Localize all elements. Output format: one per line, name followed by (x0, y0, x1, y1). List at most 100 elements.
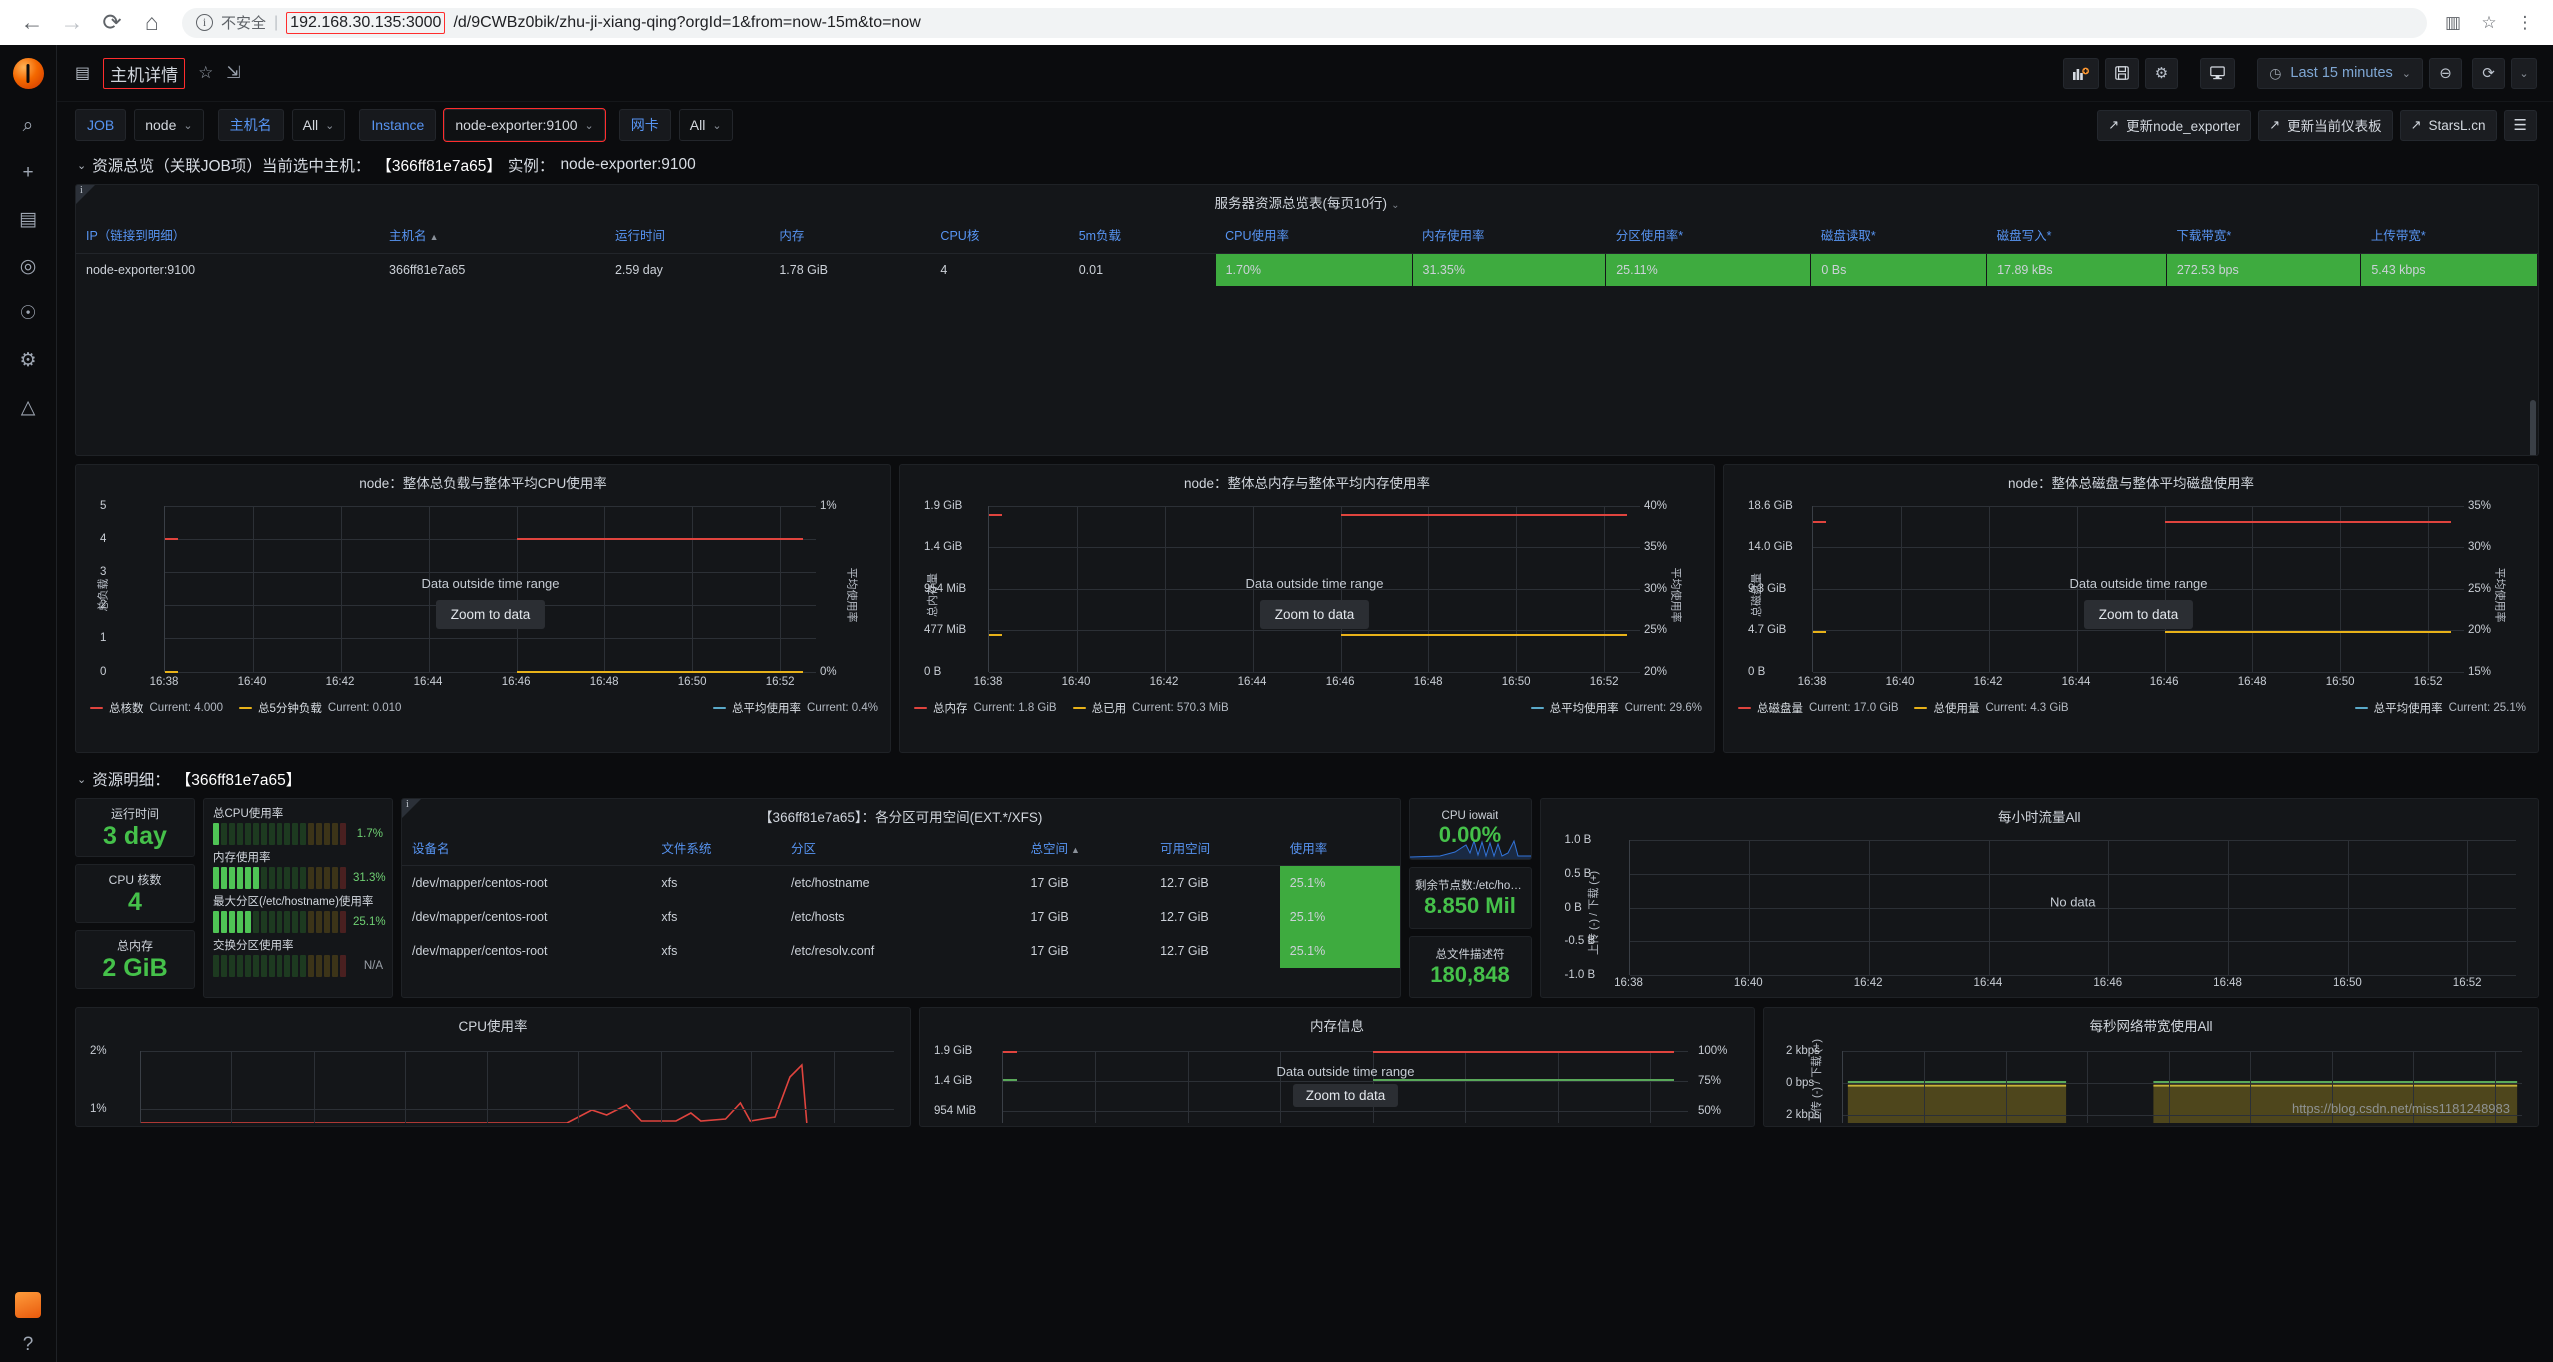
help-icon[interactable]: ? (0, 1328, 57, 1362)
row-host-detail: 【366ff81e7a65】 (175, 772, 302, 789)
col-avail[interactable]: 可用空间 (1150, 830, 1280, 866)
star-icon[interactable]: ☆ (198, 63, 213, 83)
dashboard-settings-button[interactable]: ⚙ (2144, 57, 2179, 89)
col-cpu-usage[interactable]: CPU使用率 (1215, 216, 1413, 254)
col-cpu-cores[interactable]: CPU核 (930, 216, 1069, 254)
col-disk-write[interactable]: 磁盘写入* (1986, 216, 2167, 254)
refresh-button[interactable]: ⟳ (2472, 57, 2505, 89)
sidebar-item-dashboards[interactable]: ▤ (0, 196, 57, 243)
save-dashboard-button[interactable] (2104, 57, 2139, 89)
zoom-to-data-button[interactable]: Zoom to data (2083, 599, 2194, 629)
col-part-usage[interactable]: 分区使用率* (1605, 216, 1811, 254)
col-ip[interactable]: IP（链接到明细） (76, 216, 380, 254)
legend-item[interactable]: 总核数 Current: 4.000 (90, 700, 223, 716)
sidebar-item-explore[interactable]: ◎ (0, 243, 57, 290)
col-device[interactable]: 设备名 (402, 830, 652, 866)
info-icon[interactable]: i (80, 185, 83, 196)
zoom-to-data-button[interactable]: Zoom to data (1259, 599, 1370, 629)
col-uptime[interactable]: 运行时间 (604, 216, 770, 254)
share-icon[interactable]: ⇲ (226, 63, 240, 83)
row-header-overview[interactable]: ⌄ 资源总览（关联JOB项）当前选中主机： 【366ff81e7a65】 实例：… (75, 148, 2539, 184)
sidebar-item-configuration[interactable]: ⚙ (0, 337, 57, 384)
forward-arrow-icon[interactable]: → (52, 3, 92, 43)
tv-mode-button[interactable] (2200, 57, 2236, 89)
add-panel-button[interactable] (2062, 57, 2099, 89)
zoom-to-data-button[interactable]: Zoom to data (435, 599, 546, 629)
refresh-interval-button[interactable]: ⌄ (2511, 57, 2537, 89)
external-link-icon: ↗ (2108, 117, 2120, 132)
col-filesystem[interactable]: 文件系统 (651, 830, 782, 866)
star-icon[interactable]: ☆ (2473, 7, 2505, 39)
legend-item[interactable]: 总平均使用率 Current: 29.6% (1530, 700, 1702, 716)
col-load5m[interactable]: 5m负载 (1068, 216, 1216, 254)
hamburger-menu-button[interactable]: ☰ (2503, 109, 2537, 141)
panel-info-corner (76, 185, 95, 204)
grafana-logo[interactable] (0, 45, 57, 102)
chart-area[interactable]: 2% 1% (84, 1039, 902, 1124)
legend-item[interactable]: 总使用量 Current: 4.3 GiB (1914, 700, 2069, 716)
site-info-icon[interactable]: i (196, 14, 213, 31)
col-download[interactable]: 下载带宽* (2166, 216, 2361, 254)
panel-scrollbar[interactable] (2530, 400, 2536, 455)
table-header-row: IP（链接到明细） 主机名 ▲ 运行时间 内存 CPU核 5m负载 CPU使用率 … (76, 216, 2538, 254)
cell-ip[interactable]: node-exporter:9100 (76, 254, 379, 287)
variable-nic-value[interactable]: All ⌄ (678, 109, 733, 141)
panel-title[interactable]: node：整体总负载与整体平均CPU使用率 (76, 465, 890, 496)
reload-icon[interactable]: ⟳ (92, 3, 132, 43)
col-hostname[interactable]: 主机名 ▲ (379, 216, 605, 254)
panel-title[interactable]: node：整体总内存与整体平均内存使用率 (900, 465, 1714, 496)
chart-area[interactable]: 上传 (-) / 下载 (+) 1.0 B 0.5 B 0 B -0.5 B -… (1549, 830, 2531, 995)
col-disk-read[interactable]: 磁盘读取* (1810, 216, 1987, 254)
zoom-out-icon: ⊖ (2439, 65, 2452, 82)
col-usage[interactable]: 使用率 (1279, 830, 1400, 866)
avatar[interactable] (15, 1292, 41, 1318)
variable-job-value[interactable]: node ⌄ (134, 109, 204, 141)
legend-item[interactable]: 总平均使用率 Current: 25.1% (2354, 700, 2526, 716)
add-panel-icon (2072, 67, 2089, 80)
panel-title[interactable]: node：整体总磁盘与整体平均磁盘使用率 (1724, 465, 2538, 496)
link-update-node-exporter[interactable]: ↗ 更新node_exporter (2097, 109, 2252, 141)
col-mem-usage[interactable]: 内存使用率 (1412, 216, 1606, 254)
legend-item[interactable]: 总5分钟负载 Current: 0.010 (239, 700, 401, 716)
sidebar-item-create[interactable]: + (0, 149, 57, 196)
legend-item[interactable]: 总磁盘量 Current: 17.0 GiB (1738, 700, 1898, 716)
chart-area[interactable]: 总磁盘量 平均使用率 18.6 GiB 14.0 GiB 9.3 GiB 4.7… (1732, 496, 2530, 694)
col-upload[interactable]: 上传带宽* (2360, 216, 2538, 254)
chart-area[interactable]: 总负载 平均使用率 5 4 3 2 1 0 1% 0% Data outside… (84, 496, 882, 694)
address-bar[interactable]: i 不安全 | 192.168.30.135:3000/d/9CWBz0bik/… (182, 7, 2427, 38)
sidebar-item-server-admin[interactable]: △ (0, 384, 57, 431)
link-starsl[interactable]: ↗ StarsL.cn (2399, 109, 2497, 141)
info-icon[interactable]: i (406, 799, 409, 810)
panel-title[interactable]: CPU使用率 (76, 1008, 910, 1039)
zoom-out-time-button[interactable]: ⊖ (2429, 57, 2462, 89)
home-icon[interactable]: ⌂ (132, 3, 172, 43)
sidebar-item-search[interactable]: ⌕ (0, 102, 57, 149)
legend-item[interactable]: 总已用 Current: 570.3 MiB (1072, 700, 1229, 716)
panel-title[interactable]: 服务器资源总览表(每页10行) ⌄ (76, 185, 2538, 216)
chart-area[interactable]: 总内存量 平均使用率 1.9 GiB 1.4 GiB 954 MiB 477 M… (908, 496, 1706, 694)
zoom-to-data-button[interactable]: Zoom to data (1292, 1083, 1399, 1107)
panel-title[interactable]: 每秒网络带宽使用All (1764, 1008, 2538, 1039)
link-update-dashboard[interactable]: ↗ 更新当前仪表板 (2258, 109, 2393, 141)
panel-title[interactable]: 内存信息 (920, 1008, 1754, 1039)
chart-area[interactable]: 1.9 GiB 1.4 GiB 954 MiB 100% 75% 50% Dat… (928, 1039, 1746, 1123)
back-arrow-icon[interactable]: ← (12, 3, 52, 43)
variable-instance-value[interactable]: node-exporter:9100 ⌄ (443, 108, 606, 142)
legend-item[interactable]: 总平均使用率 Current: 0.4% (713, 700, 878, 716)
panel-title[interactable]: 【366ff81e7a65】：各分区可用空间(EXT.*/XFS) (402, 799, 1400, 830)
row-header-detail[interactable]: ⌄ 资源明细： 【366ff81e7a65】 (75, 762, 2539, 798)
sidebar-item-alerting[interactable]: ☉ (0, 290, 57, 337)
col-memory[interactable]: 内存 (769, 216, 931, 254)
legend-item[interactable]: 总内存 Current: 1.8 GiB (914, 700, 1057, 716)
time-range-picker[interactable]: ◷ Last 15 minutes ⌄ (2257, 57, 2423, 89)
col-partition[interactable]: 分区 (781, 830, 1021, 866)
panel-title[interactable]: 每小时流量All (1541, 799, 2539, 830)
extension-icon[interactable]: ▥ (2437, 7, 2469, 39)
variable-hostname-value[interactable]: All ⌄ (291, 109, 346, 141)
gauge-memory: 内存使用率 31.3% (213, 849, 386, 889)
col-total[interactable]: 总空间 ▲ (1020, 830, 1151, 866)
page-title[interactable]: 主机详情 (103, 57, 186, 89)
panel-cpu-usage: CPU使用率 2% 1% (75, 1007, 911, 1127)
table-row: node-exporter:9100 366ff81e7a65 2.59 day… (76, 253, 2538, 287)
kebab-menu-icon[interactable]: ⋮ (2509, 7, 2541, 39)
